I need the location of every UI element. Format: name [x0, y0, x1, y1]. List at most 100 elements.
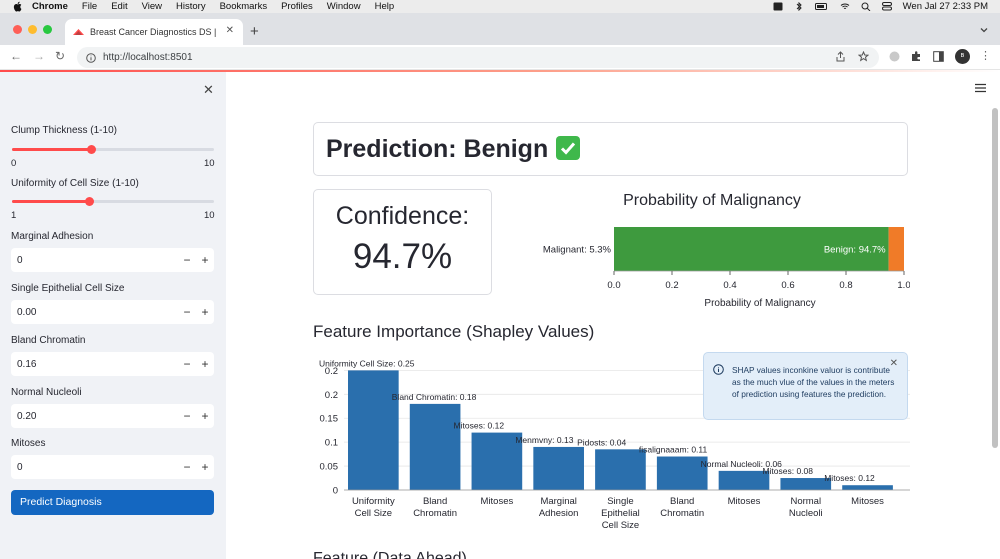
info-icon [713, 364, 724, 375]
battery-icon[interactable] [814, 2, 829, 11]
x-tick-label: 0.8 [839, 280, 852, 291]
y-tick-label: 0.1 [325, 438, 338, 449]
reload-icon[interactable]: ↻ [55, 49, 65, 63]
confidence-value: 94.7% [352, 237, 453, 276]
confidence-label: Confidence: [335, 202, 470, 230]
toast-text: SHAP values inconkine valuor is contribu… [732, 365, 895, 399]
control-center-icon[interactable] [881, 2, 892, 11]
new-tab-button[interactable]: + [250, 23, 259, 40]
normal-nucleoli-input[interactable]: 0.20 − + [11, 404, 214, 428]
menu-bookmarks[interactable]: Bookmarks [220, 0, 268, 13]
menu-view[interactable]: View [142, 0, 162, 13]
input-label-bland-chromatin: Bland Chromatin [11, 335, 86, 346]
browser-tab[interactable]: Breast Cancer Diagnostics DS | ✕ [65, 19, 243, 45]
bland-chromatin-input[interactable]: 0.16 − + [11, 352, 214, 376]
bluetooth-icon[interactable] [794, 2, 804, 11]
menu-profiles[interactable]: Profiles [281, 0, 313, 13]
decrement-button[interactable]: − [178, 305, 196, 319]
menu-help[interactable]: Help [375, 0, 395, 13]
menu-edit[interactable]: Edit [111, 0, 127, 13]
browser-toolbar: ← → ↻ http://localhost:8501 ᴮ ⋮ [0, 45, 1000, 70]
clock[interactable]: Wen Jal 27 2:33 PM [903, 0, 988, 13]
shap-info-toast: SHAP values inconkine valuor is contribu… [703, 352, 908, 420]
menu-history[interactable]: History [176, 0, 206, 13]
shap-bar [595, 449, 646, 490]
single-epithelial-cell-size-input[interactable]: 0.00 − + [11, 300, 214, 324]
extensions-puzzle-icon[interactable] [911, 51, 922, 62]
screen-icon[interactable] [773, 2, 783, 11]
search-icon[interactable] [861, 2, 871, 11]
bar-data-label: fisalignaaam: 0.11 [639, 445, 708, 455]
increment-button[interactable]: + [196, 460, 214, 474]
slider-thumb[interactable] [85, 197, 94, 206]
decrement-button[interactable]: − [178, 409, 196, 423]
extension-circle-icon[interactable] [889, 51, 900, 62]
increment-button[interactable]: + [196, 253, 214, 267]
input-value[interactable]: 0.16 [17, 359, 178, 370]
tab-search-chevron-icon[interactable] [980, 26, 988, 34]
slider-thumb[interactable] [87, 145, 96, 154]
increment-button[interactable]: + [196, 357, 214, 371]
decrement-button[interactable]: − [178, 460, 196, 474]
bar-malignant [888, 227, 904, 271]
input-value[interactable]: 0.20 [17, 411, 178, 422]
input-value[interactable]: 0 [17, 462, 178, 473]
x-category-label: Mitoses [481, 496, 514, 507]
confidence-card: Confidence: 94.7% [313, 189, 492, 295]
menu-app-name[interactable]: Chrome [32, 0, 68, 13]
back-arrow-icon[interactable]: ← [10, 49, 22, 63]
decrement-button[interactable]: − [178, 357, 196, 371]
slider-label-clump-thickness: Clump Thickness (1-10) [11, 125, 117, 136]
macos-menu-bar: Chrome File Edit View History Bookmarks … [0, 0, 1000, 13]
url-text[interactable]: http://localhost:8501 [103, 52, 193, 63]
input-value[interactable]: 0 [17, 255, 178, 266]
shap-bar [348, 370, 399, 490]
scrollbar[interactable] [992, 108, 998, 448]
marginal-adhesion-input[interactable]: 0 − + [11, 248, 214, 272]
forward-arrow-icon[interactable]: → [33, 49, 45, 63]
more-options-icon[interactable]: ⋮ [980, 49, 991, 62]
share-icon[interactable] [835, 51, 846, 62]
minimize-window-button[interactable] [28, 25, 37, 34]
main-menu-icon[interactable] [975, 83, 986, 93]
toast-close-icon[interactable]: ✕ [890, 358, 898, 369]
profile-avatar[interactable]: ᴮ [955, 49, 970, 64]
predict-diagnosis-button[interactable]: Predict Diagnosis [11, 490, 214, 515]
mitoses-input[interactable]: 0 − + [11, 455, 214, 479]
bar-data-label: Uniformity Cell Size: 0.25 [319, 358, 415, 368]
x-category-label: Mitoses [851, 496, 884, 507]
slider-uniformity-cell-size[interactable] [12, 197, 214, 206]
close-window-button[interactable] [13, 25, 22, 34]
menu-file[interactable]: File [82, 0, 97, 13]
x-tick-label: 1.0 [897, 280, 910, 291]
shap-bar [409, 403, 461, 490]
shap-section-title: Feature Importance (Shapley Values) [313, 322, 595, 341]
check-mark-icon [556, 135, 581, 160]
bar-data-label: Bland Chromatin: 0.18 [392, 392, 477, 402]
chart-x-axis-label: Probability of Malignancy [704, 298, 815, 309]
decrement-button[interactable]: − [178, 253, 196, 267]
side-panel-icon[interactable] [933, 51, 944, 62]
slider-fill [12, 148, 91, 151]
bookmark-star-icon[interactable] [858, 51, 869, 62]
increment-button[interactable]: + [196, 409, 214, 423]
increment-button[interactable]: + [196, 305, 214, 319]
site-info-icon[interactable] [86, 52, 96, 63]
x-tick-label: 0.4 [723, 280, 736, 291]
x-category-label: Bland Chromatin [413, 496, 457, 519]
input-value[interactable]: 0.00 [17, 307, 178, 318]
apple-logo-icon[interactable] [13, 1, 23, 12]
tab-close-icon[interactable]: ✕ [226, 25, 234, 36]
y-tick-label: 0.15 [320, 414, 339, 425]
close-sidebar-icon[interactable]: ✕ [203, 82, 214, 98]
wifi-icon[interactable] [840, 2, 850, 11]
menu-window[interactable]: Window [327, 0, 361, 13]
zoom-window-button[interactable] [43, 25, 52, 34]
x-tick-label: 0.6 [781, 280, 794, 291]
slider-min-label: 0 [11, 158, 17, 169]
data-label-benign: Benign: 94.7% [824, 245, 886, 256]
address-bar[interactable]: http://localhost:8501 [77, 47, 879, 68]
input-label-single-epithelial-cell-size: Single Epithelial Cell Size [11, 283, 125, 294]
streamlit-favicon-icon [73, 29, 84, 35]
slider-clump-thickness[interactable] [12, 145, 214, 154]
